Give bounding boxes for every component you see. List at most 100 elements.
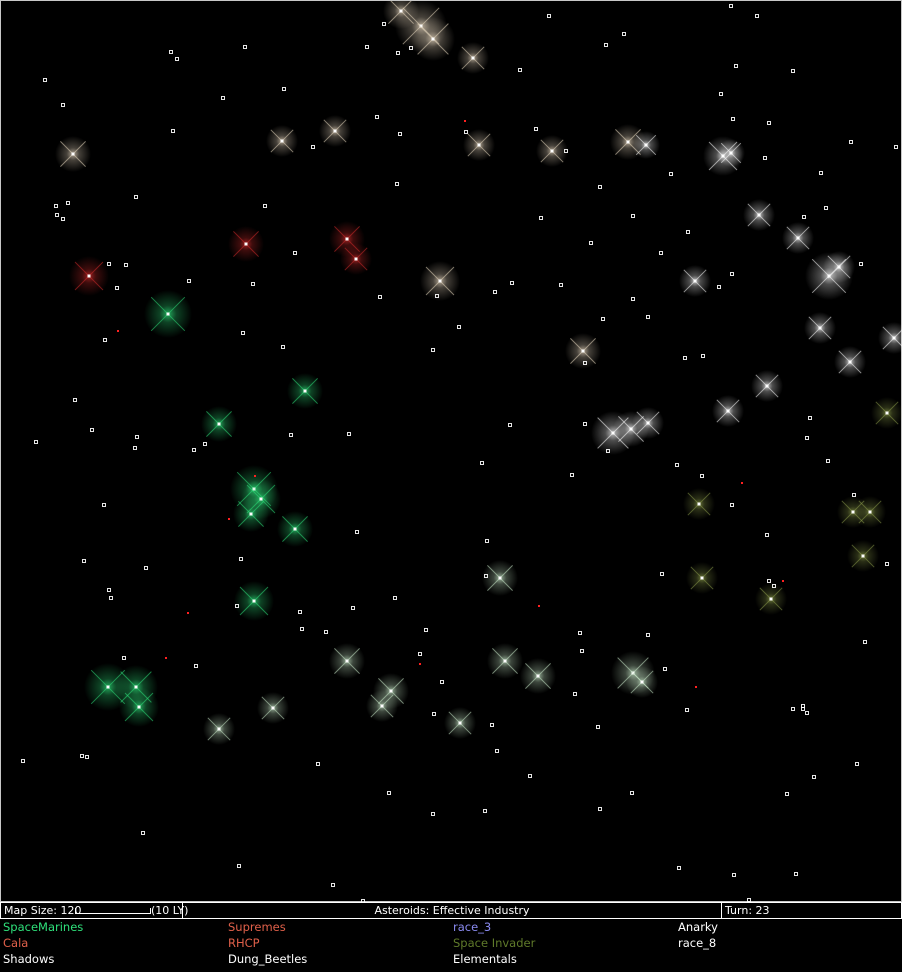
star-system[interactable] [237, 864, 241, 868]
star-system[interactable] [71, 152, 75, 156]
star-system[interactable] [794, 872, 798, 876]
star-system[interactable] [249, 512, 253, 516]
star-system[interactable] [547, 14, 551, 18]
star-system[interactable] [630, 791, 634, 795]
star-system[interactable] [885, 411, 889, 415]
star-system[interactable] [102, 503, 106, 507]
star-system[interactable] [355, 530, 359, 534]
star-system[interactable] [300, 627, 304, 631]
star-system[interactable] [171, 129, 175, 133]
star-system[interactable] [785, 792, 789, 796]
star-system[interactable] [598, 807, 602, 811]
star-system[interactable] [252, 599, 256, 603]
star-system[interactable] [589, 241, 593, 245]
star-system[interactable] [518, 68, 522, 72]
star-system[interactable] [490, 723, 494, 727]
fleet-marker[interactable] [538, 605, 540, 607]
star-system[interactable] [498, 576, 502, 580]
star-system[interactable] [685, 708, 689, 712]
fleet-marker[interactable] [187, 612, 189, 614]
star-system[interactable] [819, 171, 823, 175]
star-system[interactable] [61, 217, 65, 221]
fleet-marker[interactable] [228, 518, 230, 520]
star-system[interactable] [21, 759, 25, 763]
star-system[interactable] [485, 539, 489, 543]
star-system[interactable] [801, 707, 805, 711]
star-system[interactable] [382, 22, 386, 26]
star-system[interactable] [528, 774, 532, 778]
star-system[interactable] [769, 597, 773, 601]
star-system[interactable] [508, 423, 512, 427]
fleet-marker[interactable] [782, 580, 784, 582]
star-system[interactable] [885, 562, 889, 566]
star-system[interactable] [700, 576, 704, 580]
star-system[interactable] [144, 566, 148, 570]
galaxy-map-canvas[interactable] [1, 1, 902, 903]
fleet-marker[interactable] [254, 475, 256, 477]
star-system[interactable] [316, 762, 320, 766]
star-system[interactable] [791, 69, 795, 73]
star-system[interactable] [241, 331, 245, 335]
star-system[interactable] [812, 775, 816, 779]
star-system[interactable] [697, 502, 701, 506]
star-system[interactable] [375, 115, 379, 119]
star-system[interactable] [493, 290, 497, 294]
star-system[interactable] [801, 704, 805, 708]
star-system[interactable] [791, 707, 795, 711]
star-system[interactable] [298, 610, 302, 614]
star-system[interactable] [80, 754, 84, 758]
star-system[interactable] [646, 633, 650, 637]
star-system[interactable] [124, 263, 128, 267]
race-item[interactable]: Supremes [228, 919, 286, 935]
star-system[interactable] [380, 704, 384, 708]
star-system[interactable] [73, 398, 77, 402]
star-system[interactable] [66, 201, 70, 205]
star-system[interactable] [395, 182, 399, 186]
star-system[interactable] [700, 474, 704, 478]
star-system[interactable] [659, 251, 663, 255]
star-system[interactable] [471, 56, 475, 60]
race-item[interactable]: SpaceMarines [3, 919, 83, 935]
star-system[interactable] [583, 422, 587, 426]
star-system[interactable] [677, 866, 681, 870]
star-system[interactable] [480, 461, 484, 465]
star-system[interactable] [626, 140, 630, 144]
star-system[interactable] [693, 279, 697, 283]
star-system[interactable] [431, 348, 435, 352]
star-system[interactable] [683, 356, 687, 360]
star-system[interactable] [550, 149, 554, 153]
star-system[interactable] [644, 143, 648, 147]
star-system[interactable] [251, 282, 255, 286]
star-system[interactable] [573, 692, 577, 696]
star-system[interactable] [767, 121, 771, 125]
star-system[interactable] [755, 14, 759, 18]
star-system[interactable] [732, 873, 736, 877]
star-system[interactable] [861, 554, 865, 558]
star-system[interactable] [675, 463, 679, 467]
star-system[interactable] [311, 145, 315, 149]
star-system[interactable] [570, 473, 574, 477]
star-system[interactable] [293, 251, 297, 255]
star-system[interactable] [578, 631, 582, 635]
star-system[interactable] [103, 338, 107, 342]
star-system[interactable] [431, 812, 435, 816]
star-system[interactable] [859, 262, 863, 266]
star-system[interactable] [135, 435, 139, 439]
star-system[interactable] [663, 667, 667, 671]
star-system[interactable] [90, 428, 94, 432]
star-system[interactable] [134, 195, 138, 199]
star-system[interactable] [107, 262, 111, 266]
star-system[interactable] [848, 360, 852, 364]
star-system[interactable] [765, 384, 769, 388]
star-system[interactable] [324, 630, 328, 634]
race-item[interactable]: race_8 [678, 935, 716, 951]
star-system[interactable] [631, 297, 635, 301]
star-system[interactable] [271, 706, 275, 710]
star-system[interactable] [166, 312, 170, 316]
star-system[interactable] [187, 279, 191, 283]
star-system[interactable] [387, 791, 391, 795]
star-system[interactable] [458, 721, 462, 725]
star-system[interactable] [805, 436, 809, 440]
star-system[interactable] [601, 317, 605, 321]
fleet-marker[interactable] [419, 663, 421, 665]
